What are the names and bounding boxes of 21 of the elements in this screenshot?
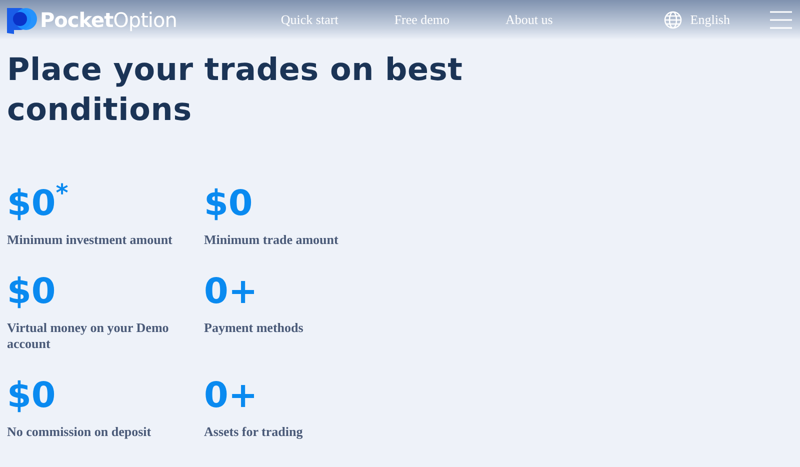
stat-value: $0 (7, 271, 56, 314)
globe-icon[interactable] (664, 11, 682, 29)
stat-value: $0$^{*}$ (7, 182, 68, 226)
nav-link[interactable]: Quick start (280, 12, 338, 28)
language-selector[interactable]: English (690, 12, 730, 28)
logo-icon (6, 6, 38, 34)
nav-link[interactable]: Free demo (394, 12, 450, 28)
stat-value: $0 (7, 375, 56, 418)
stat-label: Virtual money on your Demo account (7, 320, 170, 352)
stat-label: No commission on deposit (7, 424, 152, 440)
stat-label: Minimum investment amount (7, 232, 174, 248)
stat-value: $0 (204, 183, 253, 226)
stat-value: 0+ (204, 271, 258, 314)
page-heading: Place your trades on best conditions (7, 51, 464, 130)
stat-label: Minimum trade amount (204, 232, 340, 248)
nav-link[interactable]: About us (506, 12, 553, 28)
menu-icon[interactable] (770, 11, 792, 29)
logo-wordmark[interactable]: PocketOption (40, 8, 177, 32)
stat-value: 0+ (204, 375, 258, 418)
stat-label: Payment methods (204, 320, 304, 336)
stat-label: Assets for trading (204, 424, 304, 440)
